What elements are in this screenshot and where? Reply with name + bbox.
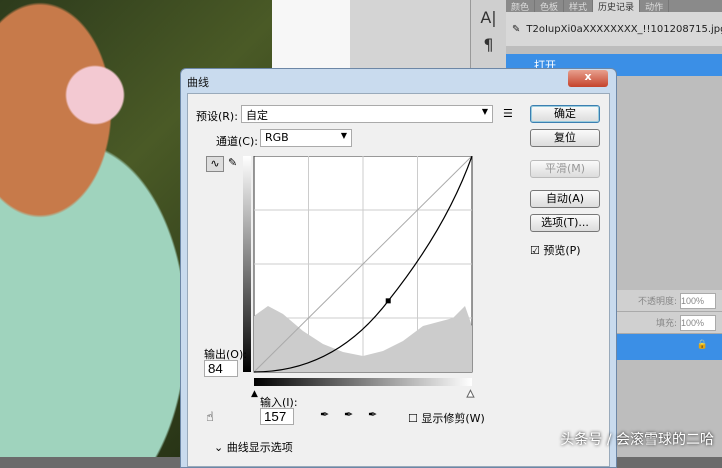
curve-graph[interactable]: ▲ ▲ [243,156,483,406]
auto-button[interactable]: 自动(A) [530,190,600,208]
character-icon[interactable]: A| [471,8,506,27]
snapshot-name: T2oIupXi0aXXXXXXXX_!!101208715.jpg [526,23,722,35]
fill-label: 填充: [655,319,677,329]
output-input[interactable] [204,360,238,377]
watermark: 头条号 / 会滚雪球的二哈 [560,432,714,448]
show-clipping-label: 显示修剪(W) [421,412,485,425]
ok-button[interactable]: 确定 [530,105,600,123]
show-clipping-checkbox[interactable]: ☐ 显示修剪(W) [408,410,485,426]
output-gradient [243,156,251,372]
history-snapshot[interactable]: ✎ T2oIupXi0aXXXXXXXX_!!101208715.jpg [506,12,722,46]
preset-options-icon[interactable]: ☰ [503,107,513,120]
input-gradient [254,378,472,386]
black-slider[interactable]: ▲ [251,389,258,399]
dialog-title: 曲线 [187,76,209,89]
fill-input[interactable] [680,314,716,331]
opacity-input[interactable] [680,292,716,309]
tab-swatches[interactable]: 色板 [535,0,565,13]
reset-button[interactable]: 复位 [530,129,600,147]
canvas-bg [272,0,350,70]
input-input[interactable] [260,408,294,425]
preview-label: 预览(P) [543,244,581,257]
curve-options-toggle[interactable]: ⌄ 曲线显示选项 [214,439,293,455]
paragraph-icon[interactable]: ¶ [471,35,506,54]
tab-history[interactable]: 历史记录 [593,0,641,13]
curve-options-label: 曲线显示选项 [226,441,293,454]
lock-icon: 🔒 [696,340,708,350]
channel-label: 通道(C): [216,135,258,148]
close-button[interactable]: x [568,70,608,87]
curve-tool-icon[interactable]: ∿ [206,156,224,172]
pencil-icon[interactable]: ✎ [228,156,237,169]
gray-eyedropper-icon[interactable]: ✒ [344,408,353,421]
tab-color[interactable]: 颜色 [506,0,536,13]
curves-dialog: 曲线 x 预设(R): 自定 ▼ ☰ 通道(C): RGB ▼ ∿ ✎ ▲ ▲ 输出… [180,68,617,468]
brush-icon: ✎ [512,23,521,35]
preview-checkbox[interactable]: ☑ 预览(P) [530,242,581,258]
smooth-button[interactable]: 平滑(M) [530,160,600,178]
channel-value: RGB [265,131,289,144]
preset-label: 预设(R): [196,110,238,123]
tab-styles[interactable]: 样式 [564,0,594,13]
options-button[interactable]: 选项(T)... [530,214,600,232]
channel-select[interactable]: RGB ▼ [260,129,352,147]
preset-value: 自定 [246,109,268,122]
white-slider[interactable]: ▲ [467,389,475,400]
opacity-label: 不透明度: [637,297,677,307]
white-eyedropper-icon[interactable]: ✒ [368,408,377,421]
hand-adjust-icon[interactable]: ☝ [206,410,214,425]
tab-actions[interactable]: 动作 [640,0,670,13]
preset-select[interactable]: 自定 ▼ [241,105,493,123]
curve-point[interactable] [385,298,391,304]
black-eyedropper-icon[interactable]: ✒ [320,408,329,421]
